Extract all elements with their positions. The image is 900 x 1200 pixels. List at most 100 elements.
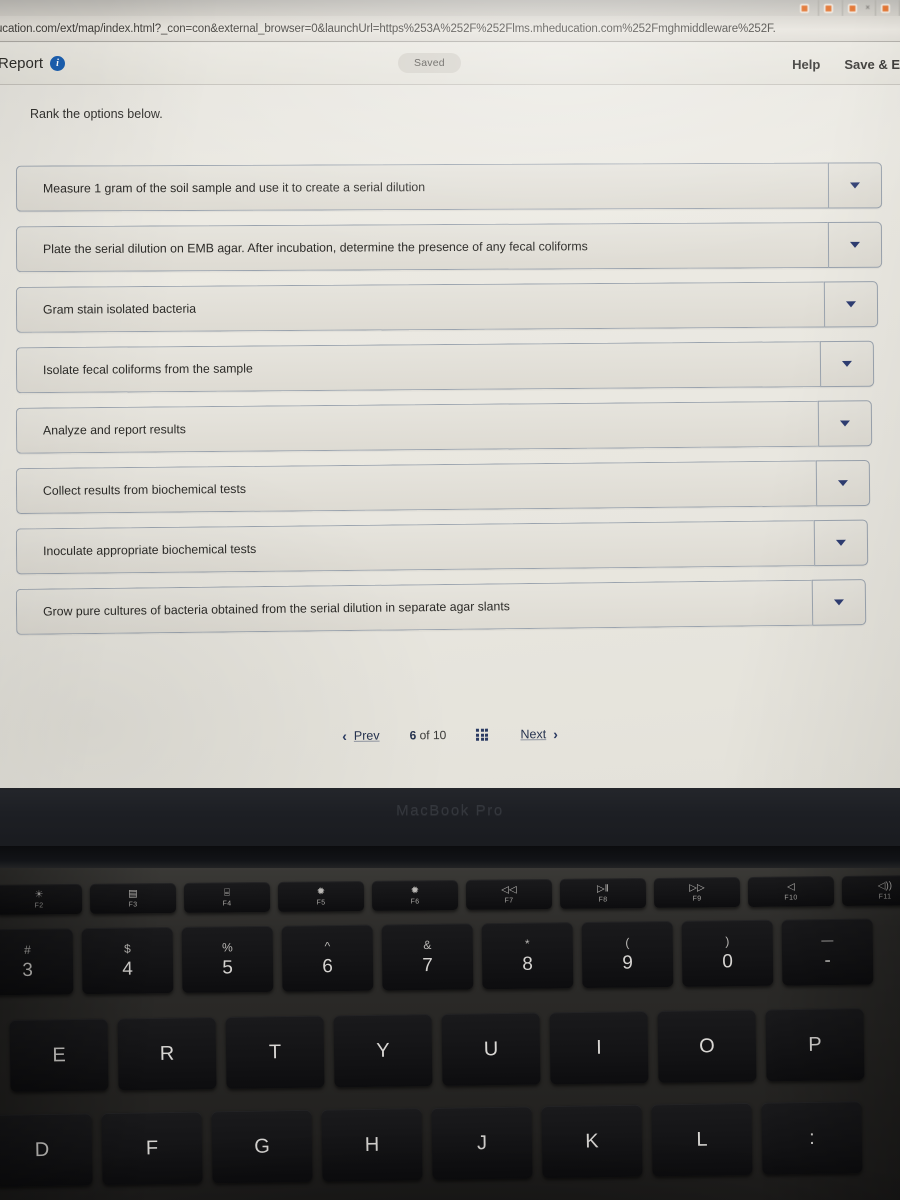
key-primary-symbol: G [254, 1134, 270, 1158]
screenshot-root: × ucation.com/ext/map/index.html?_con=co… [0, 0, 900, 1200]
header-right-group: Help Save & E [792, 43, 900, 85]
ranking-option-row[interactable]: Isolate fecal coliforms from the sample [15, 340, 875, 394]
laptop-lid-bezel: MacBook Pro [0, 788, 900, 850]
letter-key-d[interactable]: D [0, 1113, 93, 1187]
next-button[interactable]: Next › [504, 726, 574, 743]
letter-key-t[interactable]: T [225, 1015, 325, 1089]
question-grid-icon[interactable] [476, 728, 489, 741]
option-text-box[interactable]: Gram stain isolated bacteria [15, 281, 825, 333]
number-key-6[interactable]: ^ 6 [281, 924, 374, 992]
key-primary-symbol: D [34, 1138, 50, 1161]
option-rank-dropdown[interactable] [827, 221, 883, 269]
function-key-label: F2 [34, 901, 44, 909]
letter-key-row-bottom[interactable]: D F G H J K L: [0, 1101, 863, 1187]
ranking-option-row[interactable]: Inoculate appropriate biochemical tests [15, 519, 869, 575]
key-primary-symbol: J [476, 1131, 488, 1154]
letter-key-o[interactable]: O [657, 1009, 757, 1083]
letter-key-l[interactable]: L [651, 1102, 753, 1177]
number-key-row[interactable]: #3 $4% 5 ^ 6 & 7 * 8(9) 0— - [0, 918, 874, 996]
ranking-option-row[interactable]: Grow pure cultures of bacteria obtained … [15, 579, 867, 635]
browser-tab[interactable]: × [843, 0, 876, 16]
key-shift-symbol: * [524, 936, 530, 951]
number-key-4[interactable]: $4 [81, 927, 174, 995]
function-key-glyph-icon: ▷▷ [689, 881, 705, 894]
laptop-keyboard-deck: ☀ F2 ▤ F3 ⌸ F4 ✹ F5 ✹ F6 ◁◁ F7 ▷‖ F8 ▷▷ F9 ◁ F10 ◁)) F11 #3… [0, 868, 900, 1200]
letter-key-r[interactable]: R [117, 1017, 217, 1091]
play-pause-key[interactable]: ▷‖ F8 [559, 878, 647, 909]
option-rank-dropdown[interactable] [817, 400, 873, 447]
option-rank-dropdown[interactable] [823, 281, 879, 328]
letter-key-j[interactable]: J [431, 1106, 533, 1180]
number-key-9[interactable]: (9 [581, 921, 674, 989]
save-and-exit-button[interactable]: Save & E [844, 57, 900, 72]
letter-key-p[interactable]: P [765, 1008, 865, 1082]
number-key--[interactable]: — - [781, 918, 874, 986]
letter-key-f[interactable]: F [101, 1111, 203, 1186]
number-key-0[interactable]: ) 0 [681, 919, 774, 987]
letter-key-e[interactable]: E [9, 1018, 109, 1092]
chevron-down-icon [849, 182, 861, 189]
option-label: Grow pure cultures of bacteria obtained … [42, 599, 510, 619]
volume-down-key[interactable]: ◁)) F11 [841, 875, 900, 907]
number-key-8[interactable]: * 8 [481, 922, 574, 990]
ranking-option-row[interactable]: Analyze and report results [15, 400, 873, 454]
tab-close-icon[interactable]: × [865, 4, 870, 12]
browser-tab[interactable] [819, 0, 844, 16]
number-key-7[interactable]: & 7 [381, 923, 474, 991]
key-primary-symbol: 6 [322, 956, 334, 978]
letter-key-i[interactable]: I [549, 1011, 649, 1085]
letter-key-g[interactable]: G [211, 1109, 313, 1184]
ranking-options-list: Measure 1 gram of the soil sample and us… [0, 162, 900, 636]
brightness-up-key[interactable]: ☀ F2 [0, 883, 83, 915]
option-text-box[interactable]: Analyze and report results [15, 400, 819, 454]
ranking-option-row[interactable]: Plate the serial dilution on EMB agar. A… [15, 221, 883, 273]
keyboard-brightness-down-key[interactable]: ✹ F5 [277, 881, 365, 912]
option-text-box[interactable]: Plate the serial dilution on EMB agar. A… [15, 222, 829, 273]
help-button[interactable]: Help [792, 57, 820, 72]
keyboard-brightness-up-key[interactable]: ✹ F6 [371, 880, 459, 911]
key-primary-symbol: 9 [622, 952, 633, 974]
pagination-bar: ‹ Prev 6 of 10 Next › [0, 714, 900, 756]
ranking-option-row[interactable]: Collect results from biochemical tests [15, 459, 871, 515]
option-text-box[interactable]: Isolate fecal coliforms from the sample [15, 341, 821, 394]
function-key-glyph-icon: ▤ [128, 887, 138, 899]
letter-key-h[interactable]: H [321, 1108, 423, 1182]
function-key-glyph-icon: ☀ [34, 888, 44, 900]
prev-button[interactable]: ‹ Prev [326, 727, 396, 744]
key-primary-symbol: U [483, 1037, 499, 1060]
browser-tab-strip[interactable]: × [0, 0, 900, 16]
info-icon[interactable]: i [50, 56, 66, 71]
letter-key-row-top[interactable]: ERTY U IOP [9, 1008, 865, 1092]
option-rank-dropdown[interactable] [827, 162, 883, 209]
letter-key-y[interactable]: Y [333, 1014, 433, 1088]
option-rank-dropdown[interactable] [819, 340, 875, 388]
option-text-box[interactable]: Collect results from biochemical tests [15, 460, 817, 515]
option-text-box[interactable]: Inoculate appropriate biochemical tests [15, 520, 815, 575]
mission-control-key[interactable]: ▤ F3 [89, 882, 177, 914]
browser-address-bar[interactable]: ucation.com/ext/map/index.html?_con=con&… [0, 16, 900, 42]
letter-key-:[interactable]: : [761, 1101, 863, 1175]
rewind-key[interactable]: ◁◁ F7 [465, 879, 553, 910]
tab-favicon-icon [881, 3, 890, 13]
key-shift-symbol: ) [725, 934, 730, 949]
option-rank-dropdown[interactable] [813, 519, 869, 567]
page-title: Report [0, 55, 44, 72]
option-rank-dropdown[interactable] [811, 579, 867, 626]
browser-tab[interactable] [795, 0, 820, 16]
letter-key-u[interactable]: U [441, 1012, 541, 1086]
option-text-box[interactable]: Measure 1 gram of the soil sample and us… [15, 162, 829, 212]
option-rank-dropdown[interactable] [815, 459, 871, 507]
option-text-box[interactable]: Grow pure cultures of bacteria obtained … [15, 579, 813, 635]
number-key-3[interactable]: #3 [0, 928, 74, 996]
number-key-5[interactable]: % 5 [181, 925, 274, 993]
ranking-option-row[interactable]: Measure 1 gram of the soil sample and us… [15, 162, 883, 212]
ranking-option-row[interactable]: Gram stain isolated bacteria [15, 281, 879, 333]
key-shift-symbol: % [221, 940, 233, 955]
function-key-row[interactable]: ☀ F2 ▤ F3 ⌸ F4 ✹ F5 ✹ F6 ◁◁ F7 ▷‖ F8 ▷▷ F9 ◁ F10 ◁)) F11 [0, 875, 900, 915]
chevron-down-icon [837, 480, 849, 487]
fast-forward-key[interactable]: ▷▷ F9 [653, 877, 741, 908]
browser-tab[interactable] [876, 0, 900, 16]
letter-key-k[interactable]: K [541, 1104, 643, 1179]
launchpad-key[interactable]: ⌸ F4 [183, 882, 271, 913]
mute-key[interactable]: ◁ F10 [747, 876, 835, 908]
